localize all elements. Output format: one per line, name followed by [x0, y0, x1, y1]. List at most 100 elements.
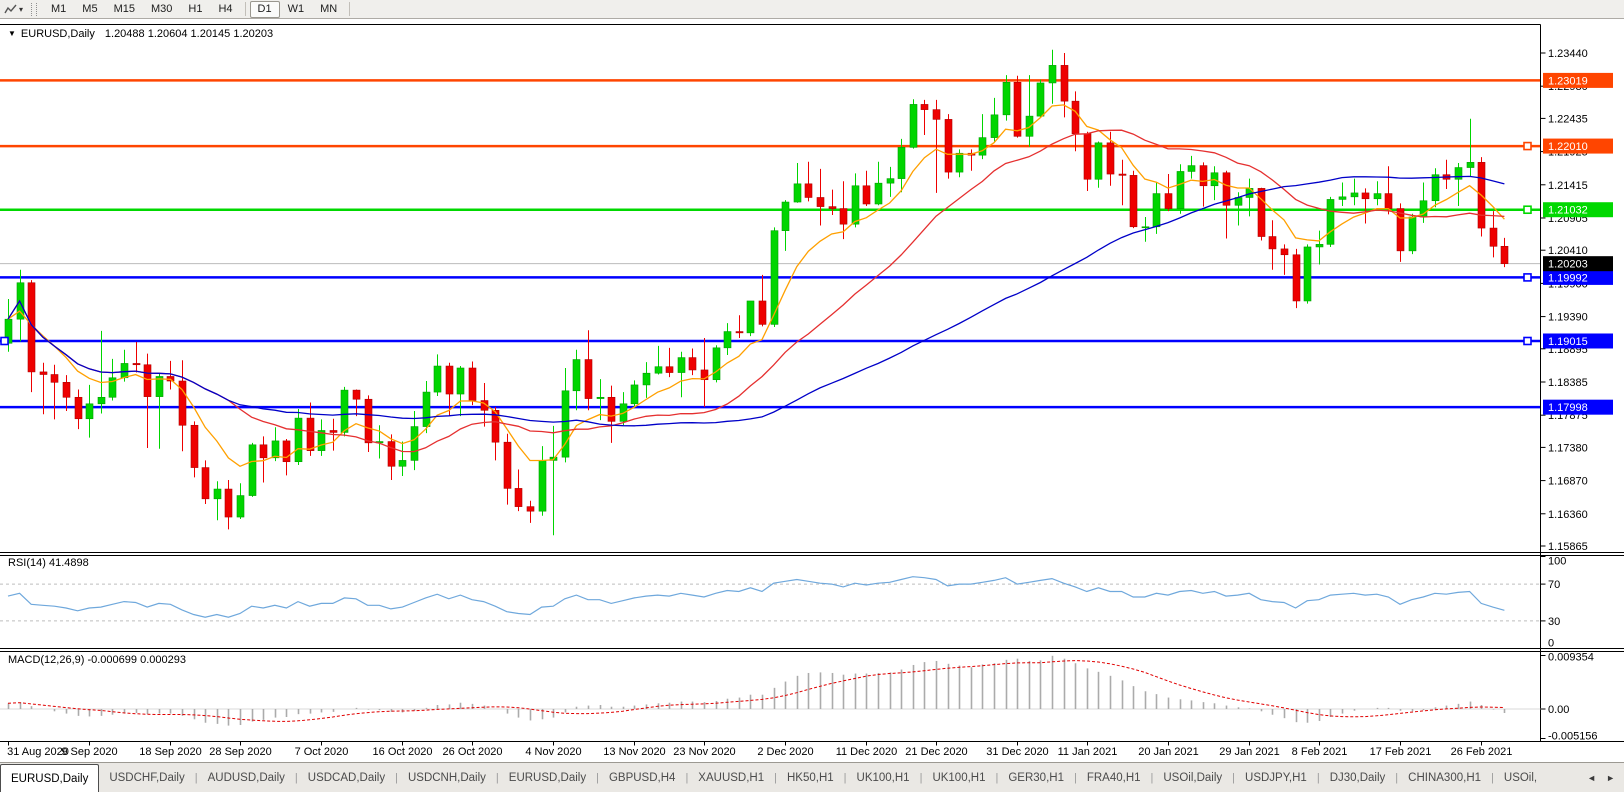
line-marker[interactable] [1524, 337, 1531, 344]
candle-body [945, 119, 952, 172]
chart-tab-ger30-h1[interactable]: GER30,H1 [998, 763, 1074, 792]
chart-tab-usdchf-daily[interactable]: USDCHF,Daily [99, 763, 194, 792]
toolbar: ▾ M1M5M15M30H1H4 D1W1MN [0, 0, 1624, 19]
candle-body [875, 183, 882, 204]
candle-body [1304, 247, 1311, 301]
price-axis-label: 1.17380 [1548, 442, 1588, 454]
chevron-down-icon[interactable]: ▾ [19, 5, 23, 14]
candle-body [817, 197, 824, 206]
candle-body [1095, 143, 1102, 179]
chart-tool-button[interactable]: ▾ [0, 3, 27, 16]
toolbar-grip[interactable] [31, 3, 37, 16]
chart-tab-china300-h1[interactable]: CHINA300,H1 [1398, 763, 1491, 792]
chart-tab-dj30-daily[interactable]: DJ30,Daily [1320, 763, 1396, 792]
chart-canvas[interactable]: 1.234401.229301.224351.219251.214151.209… [0, 0, 1624, 762]
chart-title: ▼EURUSD,Daily1.20488 1.20604 1.20145 1.2… [8, 28, 273, 40]
candle-body [399, 460, 406, 466]
candle-body [225, 489, 232, 517]
candle-body [504, 442, 511, 488]
candle-body [1061, 65, 1068, 101]
date-axis-label: 26 Feb 2021 [1451, 746, 1513, 758]
chart-tab-uk100-h1[interactable]: UK100,H1 [922, 763, 995, 792]
toolbar-separator [245, 2, 246, 16]
timeframe-button-h1[interactable]: H1 [180, 1, 210, 18]
candle-body [666, 367, 673, 373]
timeframe-button-m30[interactable]: M30 [143, 1, 180, 18]
tab-scroll-right-icon[interactable]: ► [1601, 771, 1620, 785]
chart-tab-usoil-daily[interactable]: USOil,Daily [1153, 763, 1232, 792]
line-marker[interactable] [1524, 206, 1531, 213]
candle-body [1258, 188, 1265, 236]
candle-body [1072, 101, 1079, 134]
tab-scroll-left-icon[interactable]: ◄ [1582, 771, 1601, 785]
candle-body [631, 385, 638, 404]
date-axis-label: 18 Sep 2020 [139, 746, 201, 758]
chart-tab-gbpusd-h4[interactable]: GBPUSD,H4 [599, 763, 685, 792]
date-axis-label: 26 Oct 2020 [443, 746, 503, 758]
rsi-axis-label: 70 [1548, 579, 1560, 591]
candle-body [689, 358, 696, 370]
timeframe-button-w1[interactable]: W1 [280, 1, 313, 18]
date-axis-label: 16 Oct 2020 [373, 746, 433, 758]
chart-tab-usdcnh-daily[interactable]: USDCNH,Daily [398, 763, 496, 792]
timeframe-button-h4[interactable]: H4 [210, 1, 240, 18]
chart-tab-audusd-daily[interactable]: AUDUSD,Daily [198, 763, 295, 792]
candle-body [747, 301, 754, 333]
candle-body [423, 392, 430, 426]
candle-body [1165, 194, 1172, 209]
chart-tabs: EURUSD,DailyUSDCHF,Daily|AUDUSD,Daily|US… [0, 763, 1547, 792]
chart-tab-hk50-h1[interactable]: HK50,H1 [777, 763, 844, 792]
line-marker[interactable] [1, 337, 8, 344]
candle-body [1200, 166, 1207, 186]
chart-tab-usdjpy-h1[interactable]: USDJPY,H1 [1235, 763, 1317, 792]
candle-body [1327, 199, 1334, 244]
timeframe-button-m15[interactable]: M15 [106, 1, 143, 18]
chart-tab-eurusd-daily[interactable]: EURUSD,Daily [499, 763, 596, 792]
candle-body [446, 366, 453, 394]
rsi-indicator-label: RSI(14) 41.4898 [8, 557, 89, 569]
candle-body [17, 283, 24, 319]
price-axis-label: 1.22435 [1548, 113, 1588, 125]
candle-body [272, 441, 279, 458]
macd-axis-label: -0.005156 [1548, 731, 1598, 743]
line-marker[interactable] [1524, 143, 1531, 150]
candle-body [597, 397, 604, 398]
candle-body [1455, 168, 1462, 180]
chart-tab-uk100-h1[interactable]: UK100,H1 [847, 763, 920, 792]
candle-body [1003, 82, 1010, 115]
tab-scroll-arrows: ◄ ► [1582, 763, 1624, 792]
date-axis-label: 29 Jan 2021 [1219, 746, 1280, 758]
candle-body [910, 104, 917, 147]
candle-body [933, 110, 940, 120]
price-label-text: 1.22010 [1548, 141, 1588, 153]
timeframe-button-m1[interactable]: M1 [43, 1, 74, 18]
candle-body [840, 209, 847, 225]
date-axis-label: 2 Dec 2020 [757, 746, 813, 758]
macd-indicator-label: MACD(12,26,9) -0.000699 0.000293 [8, 654, 186, 666]
candle-body [573, 360, 580, 391]
candle-body [98, 397, 105, 404]
candle-body [921, 104, 928, 109]
price-axis-label: 1.16870 [1548, 476, 1588, 488]
chart-tab-fra40-h1[interactable]: FRA40,H1 [1077, 763, 1151, 792]
line-marker[interactable] [1524, 274, 1531, 281]
rsi-axis-label: 0 [1548, 638, 1554, 650]
date-axis-label: 11 Dec 2020 [836, 746, 898, 758]
candle-body [388, 442, 395, 467]
chart-tab-usdcad-daily[interactable]: USDCAD,Daily [298, 763, 395, 792]
date-axis-label: 20 Jan 2021 [1138, 746, 1199, 758]
chart-tab-eurusd-daily[interactable]: EURUSD,Daily [0, 764, 99, 792]
timeframe-button-mn[interactable]: MN [312, 1, 345, 18]
candle-body [1293, 255, 1300, 301]
price-axis-label: 1.16360 [1548, 509, 1588, 521]
date-axis-label: 31 Aug 2020 [7, 746, 69, 758]
chart-tab-usoil[interactable]: USOil, [1494, 763, 1547, 792]
candle-body [237, 496, 244, 517]
chart-tab-xauusd-h1[interactable]: XAUUSD,H1 [688, 763, 774, 792]
dropdown-icon[interactable]: ▼ [8, 29, 16, 38]
candle-body [1339, 197, 1346, 200]
timeframe-button-d1[interactable]: D1 [250, 1, 280, 18]
candle-body [260, 445, 267, 458]
timeframe-button-m5[interactable]: M5 [74, 1, 105, 18]
candle-body [1177, 171, 1184, 208]
